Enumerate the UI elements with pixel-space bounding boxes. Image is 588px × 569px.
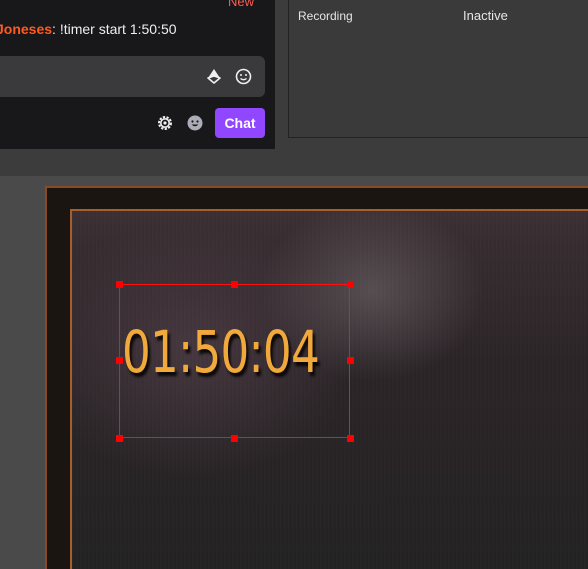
chat-send-button[interactable]: Chat	[215, 108, 265, 138]
resize-handle-top[interactable]	[231, 281, 238, 288]
source-selection-box[interactable]	[119, 284, 350, 438]
stats-panel: Recording Inactive	[288, 0, 588, 138]
new-messages-indicator[interactable]: New	[228, 0, 254, 9]
resize-handle-bottom[interactable]	[231, 435, 238, 442]
recording-label: Recording	[298, 9, 353, 23]
gear-icon[interactable]	[156, 114, 174, 132]
resize-handle-top-left[interactable]	[116, 281, 123, 288]
screen: New Joneses: !timer start 1:50:50 Chat R…	[0, 0, 588, 569]
resize-handle-left[interactable]	[116, 357, 123, 364]
resize-handle-bottom-left[interactable]	[116, 435, 123, 442]
chat-panel: New Joneses: !timer start 1:50:50 Chat	[0, 0, 275, 149]
resize-handle-right[interactable]	[347, 357, 354, 364]
chat-message-text: !timer start 1:50:50	[55, 21, 177, 37]
bits-icon[interactable]	[206, 68, 222, 84]
recording-status-value: Inactive	[463, 8, 508, 23]
resize-handle-top-right[interactable]	[347, 281, 354, 288]
chat-input[interactable]	[0, 56, 265, 97]
emote-picker-icon[interactable]	[235, 68, 252, 85]
smiley-face-icon[interactable]	[186, 114, 204, 132]
chat-username[interactable]: Joneses	[0, 21, 52, 37]
resize-handle-bottom-right[interactable]	[347, 435, 354, 442]
chat-message: Joneses: !timer start 1:50:50	[0, 21, 177, 37]
